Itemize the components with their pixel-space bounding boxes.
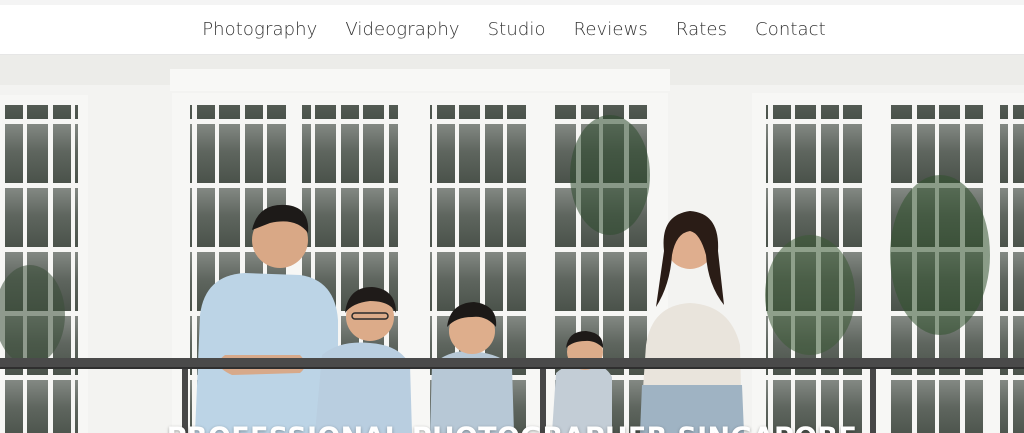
nav-link-photography[interactable]: Photography	[202, 19, 317, 40]
hero-banner: PROFESSIONAL PHOTOGRAPHER SINGAPORE	[0, 55, 1024, 433]
nav-list: Photography Videography Studio Reviews R…	[202, 19, 826, 40]
main-navigation: Photography Videography Studio Reviews R…	[0, 5, 1024, 55]
nav-item-videography: Videography	[345, 19, 459, 40]
nav-link-studio[interactable]: Studio	[488, 19, 546, 40]
hero-photo	[0, 55, 1024, 433]
nav-link-rates[interactable]: Rates	[676, 19, 727, 40]
hero-title: PROFESSIONAL PHOTOGRAPHER SINGAPORE	[0, 422, 1024, 433]
nav-item-studio: Studio	[488, 19, 546, 40]
window-left	[0, 95, 88, 433]
nav-item-rates: Rates	[676, 19, 727, 40]
nav-link-videography[interactable]: Videography	[345, 19, 459, 40]
nav-item-reviews: Reviews	[574, 19, 648, 40]
nav-link-contact[interactable]: Contact	[755, 19, 826, 40]
nav-item-photography: Photography	[202, 19, 317, 40]
wall-trim	[170, 69, 670, 91]
nav-link-reviews[interactable]: Reviews	[574, 19, 648, 40]
nav-item-contact: Contact	[755, 19, 826, 40]
